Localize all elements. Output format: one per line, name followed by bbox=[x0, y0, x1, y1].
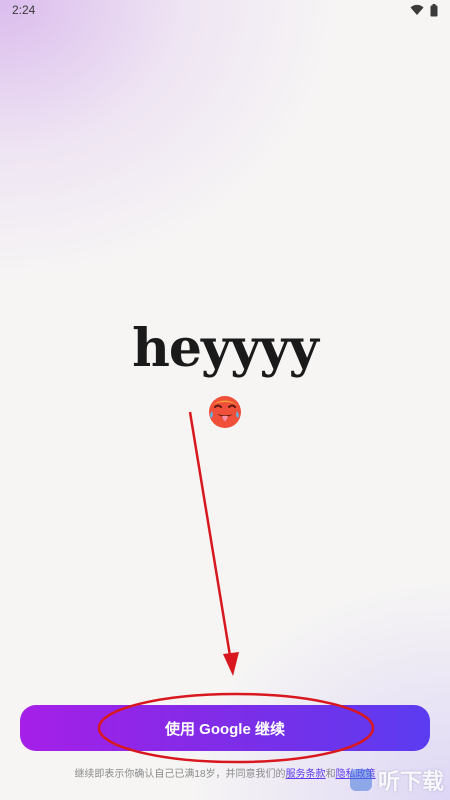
battery-icon bbox=[430, 3, 438, 16]
status-bar: 2:24 bbox=[0, 0, 450, 20]
hot-face-emoji bbox=[209, 396, 241, 428]
watermark: 听下载 bbox=[349, 764, 444, 796]
status-time: 2:24 bbox=[12, 3, 36, 17]
terms-of-service-link[interactable]: 服务条款 bbox=[286, 769, 326, 780]
continue-with-google-button[interactable]: 使用 Google 继续 bbox=[20, 705, 430, 751]
legal-prefix: 继续即表示你确认自己已满18岁，并同意我们的 bbox=[74, 769, 286, 780]
watermark-text: 听下载 bbox=[377, 769, 444, 794]
app-logo: heyyyy bbox=[132, 318, 319, 379]
wifi-icon bbox=[410, 4, 424, 15]
watermark-logo-icon bbox=[349, 769, 372, 791]
legal-and: 和 bbox=[325, 769, 336, 780]
status-icons bbox=[410, 3, 438, 17]
